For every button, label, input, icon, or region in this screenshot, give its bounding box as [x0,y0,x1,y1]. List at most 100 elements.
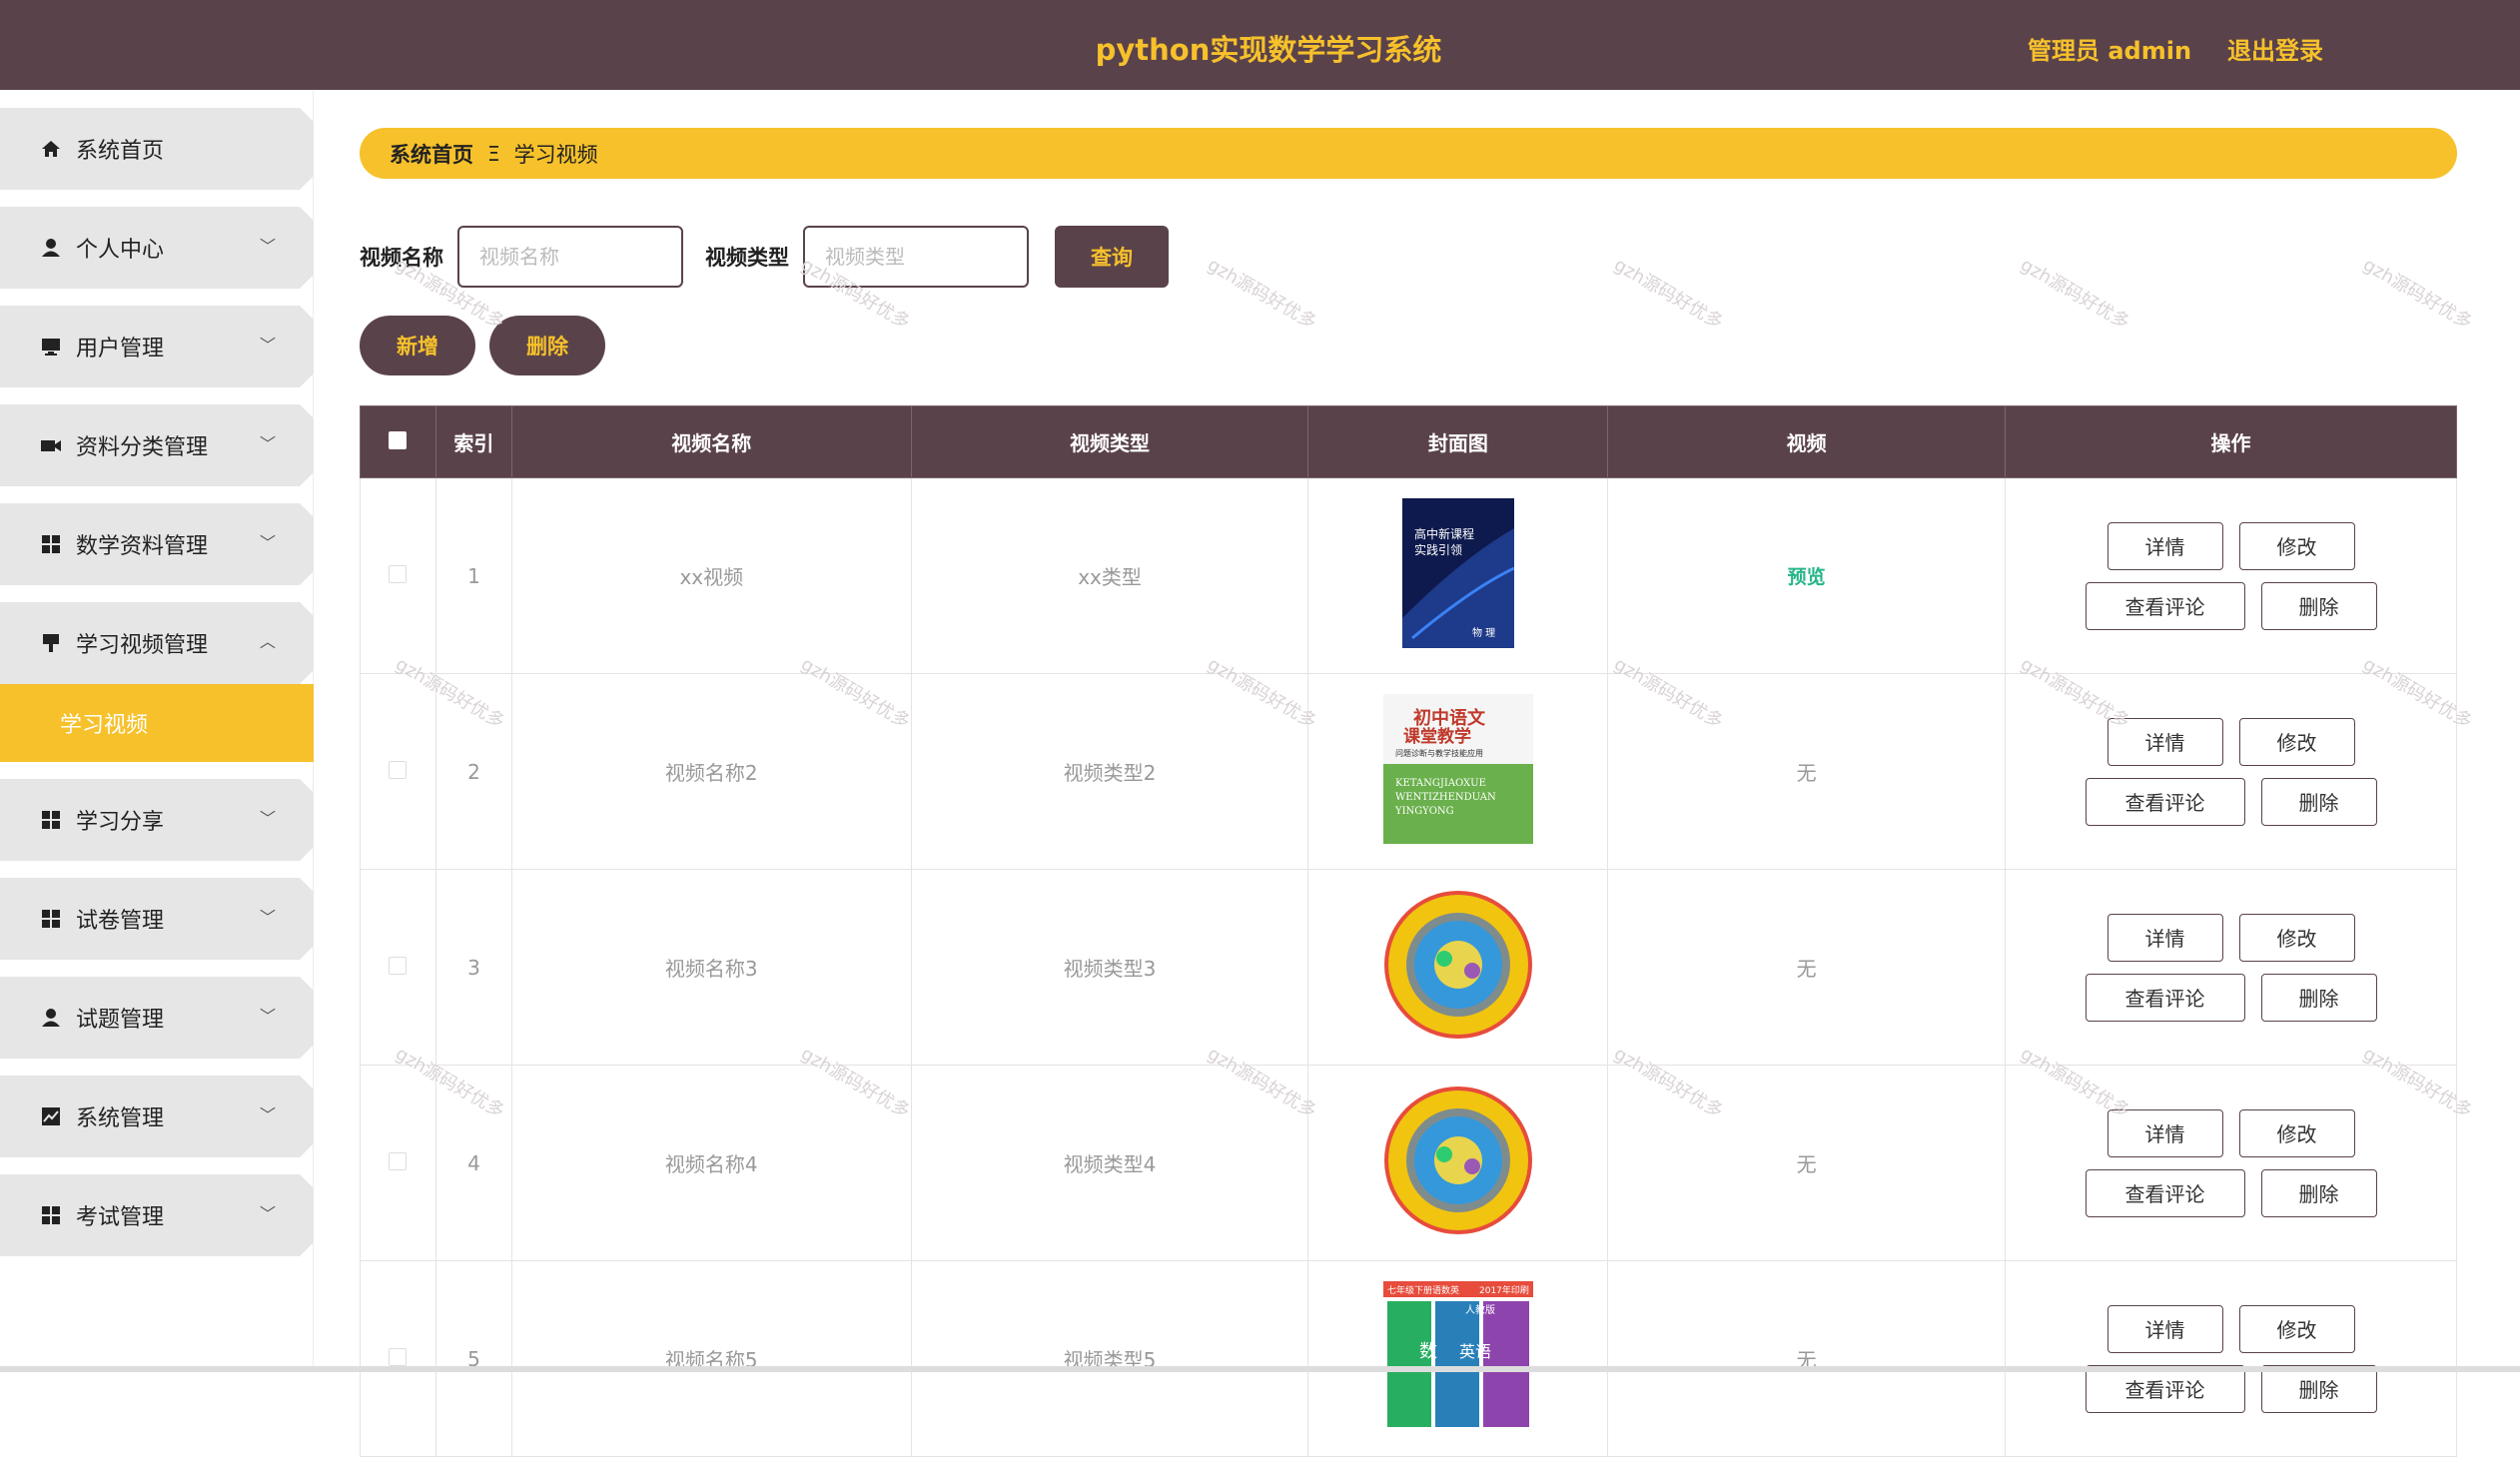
cover-text: KETANGJIAOXUE [1395,778,1486,789]
sidebar-item-label: 系统管理 [76,1106,165,1131]
chevron-down-icon: ﹀ [259,336,276,355]
view-comments-button[interactable]: 查看评论 [2085,777,2245,826]
video-type-label: 视频类型 [705,246,789,270]
sidebar-item-papers[interactable]: 试卷管理 ﹀ [0,878,314,960]
select-all-checkbox[interactable] [389,430,408,449]
table-row: 1 xx视频 xx类型 高中新课程 实践引领 物 理 预览 详情 修改 查看评论… [360,477,2457,674]
delete-button[interactable]: 删除 [2260,973,2377,1022]
breadcrumb-current: 学习视频 [513,142,598,167]
view-comments-button[interactable]: 查看评论 [2085,973,2245,1022]
sidebar-item-video-management[interactable]: 学习视频管理 ︿ [0,602,314,684]
sidebar-item-questions[interactable]: 试题管理 ﹀ [0,977,314,1059]
select-all-header[interactable] [360,405,436,478]
row-checkbox[interactable] [389,760,408,779]
row-checkbox[interactable] [389,564,408,583]
sidebar-item-label: 学习视频管理 [76,633,209,658]
row-index: 3 [434,869,512,1066]
sidebar-subitem-study-video[interactable]: 学习视频 [0,684,314,762]
sidebar-item-label: 考试管理 [76,1205,165,1230]
row-checkbox[interactable] [389,956,408,975]
edit-button[interactable]: 修改 [2238,717,2355,766]
user-icon [40,237,62,259]
cover-text: 初中语文 [1413,707,1486,729]
row-checkbox[interactable] [389,1151,408,1170]
sidebar-item-home[interactable]: 系统首页 [0,108,314,190]
view-comments-button[interactable]: 查看评论 [2085,1168,2245,1217]
cover-text: YINGYONG [1394,806,1454,817]
grid-icon [40,1204,62,1226]
row-video-type: 视频类型2 [910,673,1309,870]
breadcrumb-home[interactable]: 系统首页 [390,139,473,169]
cover-text: 人教版 [1465,1303,1495,1316]
cover-text: 问题诊断与教学技能应用 [1395,748,1483,758]
chart-icon [40,1105,62,1127]
row-video-type: xx类型 [910,477,1309,674]
chevron-up-icon: ︿ [259,632,276,651]
row-video-name: 视频名称4 [510,1065,912,1261]
sidebar-item-personal[interactable]: 个人中心 ﹀ [0,207,314,289]
row-video[interactable]: 预览 [1607,477,2007,674]
delete-button[interactable]: 删除 [2260,777,2377,826]
table-header-row: 索引 视频名称 视频类型 封面图 视频 操作 [360,405,2457,478]
row-checkbox[interactable] [389,1347,408,1366]
edit-button[interactable]: 修改 [2238,1304,2355,1353]
edit-button[interactable]: 修改 [2238,913,2355,962]
grid-icon [40,809,62,831]
row-video: 无 [1607,673,2007,870]
row-video-name: 视频名称3 [510,869,912,1066]
query-button[interactable]: 查询 [1055,226,1169,288]
flag-icon [40,632,62,654]
row-cover [1307,1065,1609,1261]
sidebar-item-label: 数学资料管理 [76,534,209,559]
detail-button[interactable]: 详情 [2106,913,2223,962]
batch-delete-button[interactable]: 删除 [489,316,605,375]
preview-link[interactable]: 预览 [1788,566,1826,588]
sidebar-item-math-materials[interactable]: 数学资料管理 ﹀ [0,503,314,585]
detail-button[interactable]: 详情 [2106,521,2223,570]
video-type-input[interactable] [803,226,1029,288]
delete-button[interactable]: 删除 [2260,581,2377,630]
detail-button[interactable]: 详情 [2106,1304,2223,1353]
breadcrumb: 系统首页 Ξ 学习视频 [360,128,2457,179]
row-index: 1 [434,477,512,674]
row-cover: 七年级下册语数英 2017年印刷 人教版 数 英语 [1307,1260,1609,1457]
sidebar-item-system[interactable]: 系统管理 ﹀ [0,1076,314,1157]
sidebar-item-exams[interactable]: 考试管理 ﹀ [0,1174,314,1256]
column-header: 视频名称 [510,405,912,478]
sidebar-item-label: 资料分类管理 [76,435,209,460]
edit-button[interactable]: 修改 [2238,521,2355,570]
action-bar: 新增 删除 [360,316,619,375]
logout-link[interactable]: 退出登录 [2227,31,2323,66]
sidebar-item-label: 个人中心 [76,238,165,263]
video-table: 索引 视频名称 视频类型 封面图 视频 操作 1 xx视频 xx类型 高中新课程… [360,405,2457,1457]
column-header: 封面图 [1307,405,1609,478]
table-row: 2 视频名称2 视频类型2 初中语文 课堂教学 问题诊断与教学技能应用 KETA… [360,673,2457,870]
monitor-icon [40,336,62,358]
detail-button[interactable]: 详情 [2106,717,2223,766]
view-comments-button[interactable]: 查看评论 [2085,581,2245,630]
sidebar-item-label: 学习分享 [76,810,165,835]
delete-button[interactable]: 删除 [2260,1168,2377,1217]
sidebar-item-label: 系统首页 [76,139,165,164]
cover-text: 英语 [1459,1342,1491,1361]
cover-text: 物 理 [1472,626,1495,639]
horizontal-scrollbar[interactable] [0,1366,2520,1372]
chevron-down-icon: ﹀ [259,237,276,256]
edit-button[interactable]: 修改 [2238,1108,2355,1157]
sidebar-item-study-share[interactable]: 学习分享 ﹀ [0,779,314,861]
admin-user-label[interactable]: 管理员 admin [2028,31,2191,66]
row-video: 无 [1607,869,2007,1066]
chevron-down-icon: ﹀ [259,1007,276,1026]
chevron-down-icon: ﹀ [259,908,276,927]
table-row: 5 视频名称5 视频类型5 七年级下册语数英 2017年印刷 人教版 数 英语 [360,1260,2457,1457]
add-button[interactable]: 新增 [360,316,475,375]
grid-icon [40,533,62,555]
sidebar-item-users[interactable]: 用户管理 ﹀ [0,306,314,387]
cover-text: 2017年印刷 [1479,1284,1529,1296]
sidebar: 系统首页 个人中心 ﹀ 用户管理 ﹀ 资料分类管理 ﹀ 数学资料管理 ﹀ 学习视… [0,90,314,1372]
table-row: 4 视频名称4 视频类型4 无 详情 修改 查看评论 删除 [360,1065,2457,1261]
sidebar-item-category[interactable]: 资料分类管理 ﹀ [0,404,314,486]
cover-text: 课堂教学 [1403,726,1471,747]
video-name-input[interactable] [457,226,683,288]
detail-button[interactable]: 详情 [2106,1108,2223,1157]
